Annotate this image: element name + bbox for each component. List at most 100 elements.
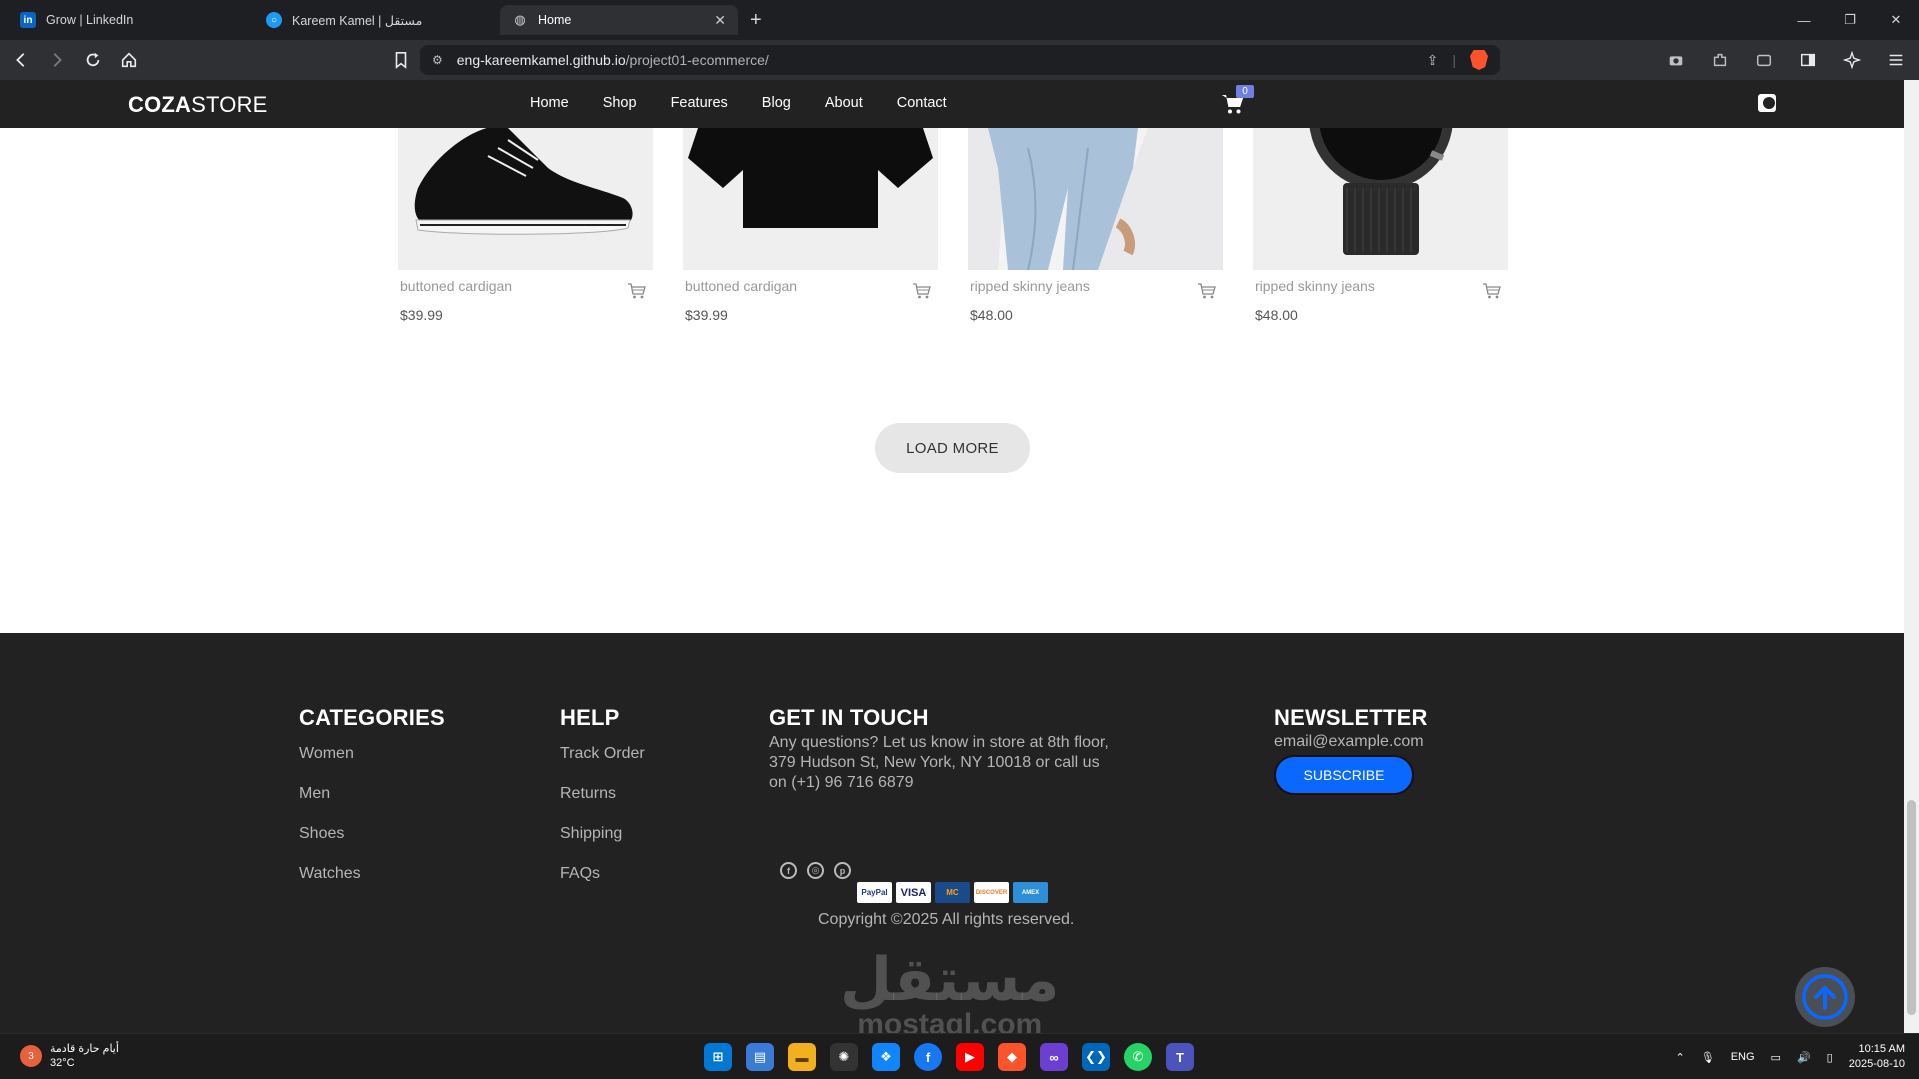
- close-tab-icon[interactable]: ✕: [714, 12, 726, 29]
- footer-link-watches[interactable]: Watches: [299, 865, 445, 905]
- taskbar-apps: ⊞ ▤ ▬ ✺ ❖ f ▶ ◆ ∞ ❮❯ ✆ T: [704, 1043, 1194, 1071]
- windows-taskbar: 3 أيام حارة قادمة 32°C ⊞ ▤ ▬ ✺ ❖ f ▶ ◆ ∞…: [0, 1033, 1919, 1079]
- product-image-sneaker[interactable]: [398, 128, 653, 270]
- add-to-cart-icon[interactable]: [912, 282, 932, 300]
- leo-ai-icon[interactable]: [1837, 45, 1867, 75]
- nav-shop[interactable]: Shop: [603, 95, 637, 111]
- product-image-watch[interactable]: [1253, 128, 1508, 270]
- newsletter-email-input[interactable]: email@example.com: [1274, 733, 1428, 751]
- footer-link-shipping[interactable]: Shipping: [560, 825, 645, 865]
- minimize-icon[interactable]: —: [1781, 0, 1827, 40]
- product-name[interactable]: buttoned cardigan: [398, 278, 653, 294]
- site-settings-icon[interactable]: ⚙: [432, 53, 443, 67]
- back-to-top-button[interactable]: [1795, 967, 1855, 1027]
- windows-start-icon[interactable]: ⊞: [704, 1043, 732, 1071]
- product-price: $39.99: [400, 307, 443, 323]
- close-window-icon[interactable]: ✕: [1873, 0, 1919, 40]
- scrollbar-thumb[interactable]: [1907, 800, 1916, 1015]
- visa-icon: VISA: [896, 882, 931, 903]
- forward-icon[interactable]: [42, 45, 72, 75]
- whatsapp-icon[interactable]: ✆: [1124, 1043, 1152, 1071]
- tab-home[interactable]: ◍ Home ✕: [500, 5, 738, 35]
- product-image-tshirt[interactable]: [683, 128, 938, 270]
- dark-mode-toggle[interactable]: [1758, 94, 1776, 112]
- battery-icon[interactable]: ▯: [1827, 1051, 1833, 1064]
- back-icon[interactable]: [6, 45, 36, 75]
- youtube-icon[interactable]: ▶: [956, 1043, 984, 1071]
- new-tab-icon[interactable]: +: [750, 9, 762, 32]
- weather-text: أيام حارة قادمة: [50, 1043, 119, 1055]
- nav-about[interactable]: About: [825, 95, 863, 111]
- show-hidden-icons-icon[interactable]: ⌃: [1676, 1051, 1685, 1064]
- product-card[interactable]: buttoned cardigan $39.99: [683, 128, 938, 326]
- share-icon[interactable]: ⇪: [1427, 52, 1439, 69]
- nav-blog[interactable]: Blog: [762, 95, 791, 111]
- nav-contact[interactable]: Contact: [897, 95, 947, 111]
- add-to-cart-icon[interactable]: [1482, 282, 1502, 300]
- network-icon[interactable]: ▭: [1771, 1051, 1781, 1064]
- pinterest-icon[interactable]: p: [834, 862, 851, 879]
- browser-toolbar: ⚙ eng-kareemkamel.github.io/project01-ec…: [0, 40, 1919, 80]
- weather-sun-icon: 3: [20, 1045, 42, 1067]
- footer-link-men[interactable]: Men: [299, 785, 445, 825]
- file-explorer-icon[interactable]: ▬: [788, 1043, 816, 1071]
- discover-icon: DISCOVER: [974, 882, 1009, 903]
- product-card[interactable]: ripped skinny jeans $48.00: [968, 128, 1223, 326]
- chatgpt-icon[interactable]: ✺: [830, 1043, 858, 1071]
- volume-icon[interactable]: 🔊: [1797, 1051, 1811, 1064]
- vscode-icon[interactable]: ❮❯: [1082, 1043, 1110, 1071]
- address-bar[interactable]: ⚙ eng-kareemkamel.github.io/project01-ec…: [420, 45, 1500, 75]
- product-name[interactable]: ripped skinny jeans: [1253, 278, 1508, 294]
- linkedin-icon: in: [20, 12, 36, 28]
- sidebar-icon[interactable]: [1793, 45, 1823, 75]
- bookmark-icon[interactable]: [386, 45, 416, 75]
- system-tray: ⌃ 🎙 ENG ▭ 🔊 ▯ 10:15 AM 2025-08-10: [1676, 1042, 1905, 1072]
- product-name[interactable]: ripped skinny jeans: [968, 278, 1223, 294]
- footer-newsletter: NEWSLETTER email@example.com SUBSCRIBE: [1274, 705, 1428, 795]
- payment-methods: PayPal VISA MC DISCOVER AMEX: [857, 882, 1048, 903]
- product-card[interactable]: ripped skinny jeans $48.00: [1253, 128, 1508, 326]
- add-to-cart-icon[interactable]: [1197, 282, 1217, 300]
- footer-link-returns[interactable]: Returns: [560, 785, 645, 825]
- tab-title: Home: [538, 13, 572, 27]
- teams-icon[interactable]: T: [1166, 1043, 1194, 1071]
- footer-link-women[interactable]: Women: [299, 745, 445, 785]
- restore-icon[interactable]: ❐: [1827, 0, 1873, 40]
- brave-browser-icon[interactable]: ◆: [998, 1043, 1026, 1071]
- visual-studio-icon[interactable]: ∞: [1040, 1043, 1068, 1071]
- reload-icon[interactable]: [78, 45, 108, 75]
- product-name[interactable]: buttoned cardigan: [683, 278, 938, 294]
- brave-shields-icon[interactable]: [1470, 50, 1488, 70]
- site-logo[interactable]: COZASTORE: [128, 92, 268, 118]
- gallery-icon[interactable]: ▤: [746, 1043, 774, 1071]
- microphone-muted-icon[interactable]: 🎙: [1701, 1051, 1715, 1064]
- home-icon[interactable]: [114, 45, 144, 75]
- tab-mostaql[interactable]: ○ Kareem Kamel | مستقل: [254, 5, 492, 35]
- product-image-jeans[interactable]: [968, 128, 1223, 270]
- extensions-icon[interactable]: [1705, 45, 1735, 75]
- language-indicator[interactable]: ENG: [1731, 1051, 1755, 1063]
- tab-linkedin[interactable]: in Grow | LinkedIn: [8, 5, 246, 35]
- wallet-icon[interactable]: [1749, 45, 1779, 75]
- facebook-app-icon[interactable]: f: [914, 1043, 942, 1071]
- footer-link-faqs[interactable]: FAQs: [560, 865, 645, 905]
- instagram-icon[interactable]: ◎: [807, 862, 824, 879]
- tab-title: Grow | LinkedIn: [46, 13, 134, 27]
- url-host: eng-kareemkamel.github.io: [456, 52, 626, 68]
- watermark-arabic: مستقل: [840, 946, 1060, 1013]
- nav-home[interactable]: Home: [530, 95, 569, 111]
- menu-icon[interactable]: [1881, 45, 1911, 75]
- product-card[interactable]: buttoned cardigan $39.99: [398, 128, 653, 326]
- facebook-icon[interactable]: f: [780, 862, 797, 879]
- screenshot-icon[interactable]: [1661, 45, 1691, 75]
- subscribe-button[interactable]: SUBSCRIBE: [1274, 755, 1414, 795]
- weather-widget[interactable]: 3 أيام حارة قادمة 32°C: [20, 1042, 119, 1070]
- footer-link-shoes[interactable]: Shoes: [299, 825, 445, 865]
- footer-link-track-order[interactable]: Track Order: [560, 745, 645, 785]
- add-to-cart-icon[interactable]: [627, 282, 647, 300]
- bluesky-icon[interactable]: ❖: [872, 1043, 900, 1071]
- categories-heading: CATEGORIES: [299, 705, 445, 730]
- nav-features[interactable]: Features: [671, 95, 728, 111]
- clock[interactable]: 10:15 AM 2025-08-10: [1849, 1042, 1905, 1072]
- load-more-button[interactable]: LOAD MORE: [875, 423, 1030, 473]
